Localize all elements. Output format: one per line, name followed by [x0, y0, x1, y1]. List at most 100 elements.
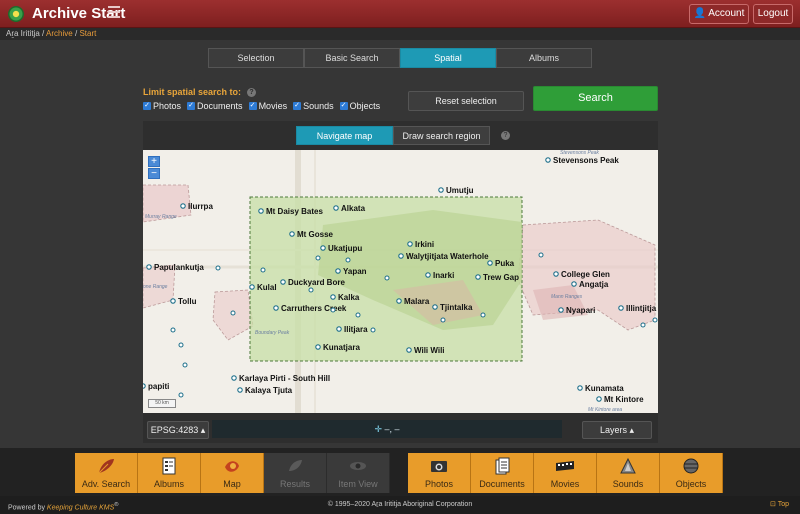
nav-results: Results [264, 453, 327, 493]
place-marker[interactable] [538, 252, 544, 258]
place-marker[interactable] [258, 208, 264, 214]
place-marker[interactable] [553, 271, 559, 277]
place-marker[interactable] [370, 327, 376, 333]
nav-documents[interactable]: Documents [471, 453, 534, 493]
place-marker[interactable] [345, 257, 351, 263]
place-marker[interactable] [407, 241, 413, 247]
help-icon[interactable]: ? [247, 88, 257, 98]
place-marker[interactable] [333, 205, 339, 211]
place-marker[interactable] [335, 268, 341, 274]
place-marker[interactable] [237, 387, 243, 393]
place-marker[interactable] [545, 157, 551, 163]
place-marker[interactable] [180, 203, 186, 209]
place-marker[interactable] [425, 272, 431, 278]
checkbox-label: Documents [197, 101, 243, 111]
place-marker[interactable] [432, 304, 438, 310]
nav-movies[interactable]: Movies [534, 453, 597, 493]
logout-button[interactable]: Logout [753, 4, 793, 24]
place-marker[interactable] [406, 347, 412, 353]
place-marker[interactable] [280, 279, 286, 285]
place-marker[interactable] [440, 317, 446, 323]
place-marker[interactable] [396, 298, 402, 304]
breadcrumb-root[interactable]: Aṟa Irititja [6, 29, 40, 38]
place-marker[interactable] [315, 255, 321, 261]
place-marker[interactable] [330, 307, 336, 313]
tab-draw-search-region[interactable]: Draw search region [393, 126, 490, 145]
place-marker[interactable] [249, 284, 255, 290]
place-label: Inarki [433, 271, 454, 280]
place-marker[interactable] [571, 281, 577, 287]
tab-spatial[interactable]: Spatial [400, 48, 496, 68]
nav-group-right: Photos Documents Movies Sounds Objects [408, 453, 723, 493]
place-marker[interactable] [320, 245, 326, 251]
place-marker[interactable] [475, 274, 481, 280]
checkbox-movies[interactable]: ✓ Movies [248, 101, 287, 111]
checkbox-objects[interactable]: ✓ Objects [339, 101, 381, 111]
search-button[interactable]: Search [533, 86, 658, 111]
checkbox-photos[interactable]: ✓ Photos [143, 101, 181, 111]
tab-basic-search[interactable]: Basic Search [304, 48, 400, 68]
place-marker[interactable] [355, 312, 361, 318]
place-marker[interactable] [438, 187, 444, 193]
checkbox-documents[interactable]: ✓ Documents [187, 101, 243, 111]
place-marker[interactable] [215, 265, 221, 271]
map-canvas[interactable]: Stevensons Peak Murray Range Mann Ranges… [143, 150, 658, 413]
tab-navigate-map[interactable]: Navigate map [296, 126, 393, 145]
account-dropdown[interactable]: 👤 Account ▾ [689, 4, 749, 37]
place-marker[interactable] [384, 275, 390, 281]
place-marker[interactable] [640, 322, 646, 328]
nav-photos[interactable]: Photos [408, 453, 471, 493]
feature-label: one Range [143, 284, 168, 290]
back-to-top[interactable]: ⊡ Top [770, 496, 789, 514]
place-marker[interactable] [330, 294, 336, 300]
nav-objects[interactable]: Objects [660, 453, 723, 493]
place-marker[interactable] [308, 287, 314, 293]
app-logo[interactable] [8, 6, 24, 22]
place-marker[interactable] [178, 342, 184, 348]
place-marker[interactable] [315, 344, 321, 350]
place-marker[interactable] [170, 298, 176, 304]
place-marker[interactable] [273, 305, 279, 311]
place-marker[interactable] [231, 375, 237, 381]
place-marker[interactable] [577, 385, 583, 391]
place-marker[interactable] [182, 362, 188, 368]
place-marker[interactable] [480, 312, 486, 318]
projection-dropdown[interactable]: EPSG:4283 ▴ [147, 421, 209, 439]
nav-adv-search[interactable]: Adv. Search [75, 453, 138, 493]
place-marker[interactable] [178, 392, 184, 398]
map-help-icon[interactable]: ? [501, 131, 510, 140]
place-marker[interactable] [487, 260, 493, 266]
tab-albums[interactable]: Albums [496, 48, 592, 68]
camera-icon [431, 461, 447, 472]
place-label: Walytjitjata Waterhole [406, 252, 489, 261]
place-label: Trew Gap [483, 273, 519, 282]
breadcrumb-archive[interactable]: Archive [46, 29, 73, 38]
nav-label: Item View [338, 479, 378, 489]
checkbox-check-icon: ✓ [293, 102, 302, 110]
reset-selection-button[interactable]: Reset selection [408, 91, 524, 111]
place-marker[interactable] [398, 253, 404, 259]
zoom-in-button[interactable]: + [148, 156, 160, 167]
place-marker[interactable] [618, 305, 624, 311]
nav-map[interactable]: Map [201, 453, 264, 493]
place-marker[interactable] [260, 267, 266, 273]
place-marker[interactable] [558, 307, 564, 313]
objects-icon [683, 458, 699, 474]
tab-selection[interactable]: Selection [208, 48, 304, 68]
place-marker[interactable] [289, 231, 295, 237]
place-marker[interactable] [143, 383, 146, 389]
nav-albums[interactable]: Albums [138, 453, 201, 493]
place-marker[interactable] [596, 396, 602, 402]
place-marker[interactable] [230, 310, 236, 316]
place-marker[interactable] [146, 264, 152, 270]
nav-sounds[interactable]: Sounds [597, 453, 660, 493]
layers-dropdown[interactable]: Layers ▴ [582, 421, 652, 439]
place-marker[interactable] [336, 326, 342, 332]
place-marker[interactable] [170, 327, 176, 333]
place-label: Kalaya Tjuta [245, 386, 293, 395]
zoom-out-button[interactable]: − [148, 168, 160, 179]
checkbox-sounds[interactable]: ✓ Sounds [293, 101, 334, 111]
hamburger-menu-icon[interactable] [108, 6, 120, 18]
place-marker[interactable] [652, 317, 658, 323]
checkbox-label: Objects [349, 101, 381, 111]
